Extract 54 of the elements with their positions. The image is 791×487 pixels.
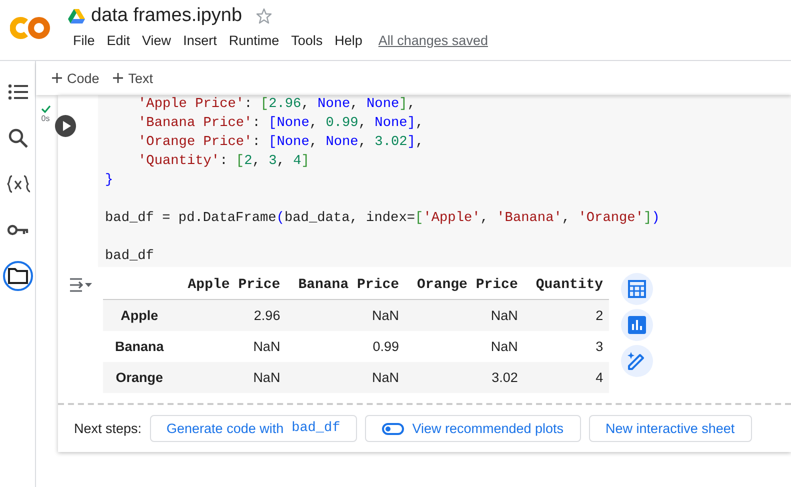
table-cell: NaN — [405, 331, 524, 362]
table-cell: 3 — [524, 331, 610, 362]
folder-icon[interactable] — [2, 261, 32, 291]
code-line: 'Apple Price': [2.96, None, None], — [137, 96, 416, 114]
table-cell: 3.02 — [405, 362, 524, 393]
add-cell-button[interactable]: Code — [52, 70, 100, 86]
notebook-title[interactable]: data frames.ipynb — [91, 5, 242, 27]
menu-item[interactable]: Insert — [178, 33, 222, 48]
plus-icon — [113, 73, 124, 83]
table-button[interactable] — [621, 273, 654, 305]
output-options-icon[interactable] — [70, 277, 92, 293]
table-cell: NaN — [405, 300, 524, 331]
row-index: Banana — [103, 331, 176, 362]
code-line: 'Banana Price': [None, 0.99, None], — [137, 115, 425, 133]
table-cell: NaN — [286, 362, 406, 393]
row-index: Orange — [103, 362, 176, 393]
toggle-icon — [382, 422, 404, 434]
code-line: bad_df = pd.DataFrame(bad_data, index=['Apple', 'Banana', 'Orange']) — [105, 210, 661, 228]
menu-item[interactable]: Tools — [286, 33, 328, 48]
code-line: } — [105, 172, 114, 190]
drive-icon[interactable] — [68, 8, 85, 24]
logo-icon[interactable] — [10, 15, 52, 41]
menu-item[interactable]: Runtime — [224, 33, 284, 48]
menu-item[interactable]: Edit — [102, 33, 136, 48]
bar-chart-button[interactable] — [621, 309, 654, 341]
row-index: Apple — [103, 300, 176, 331]
next-step-button[interactable]: Generate code with bad_df — [150, 415, 358, 442]
code-editor[interactable] — [98, 95, 791, 267]
table-cell: 2 — [524, 300, 610, 331]
code-line: 'Orange Price': [None, None, 3.02], — [137, 134, 425, 152]
magic-pencil-button[interactable] — [621, 345, 654, 377]
play-icon — [60, 121, 71, 131]
run-button[interactable] — [55, 115, 76, 137]
table-cell: NaN — [176, 331, 286, 362]
next-step-button[interactable]: New interactive sheet — [588, 415, 752, 442]
star-icon[interactable] — [256, 8, 272, 24]
table-cell: 4 — [524, 362, 610, 393]
bar-chart-icon — [628, 316, 646, 334]
table-cell: 0.99 — [286, 331, 406, 362]
menu-item[interactable]: View — [137, 33, 176, 48]
execution-time: 0s — [41, 114, 50, 123]
table-icon — [628, 280, 646, 298]
menu-item[interactable]: File — [68, 33, 100, 48]
table-cell: 2.96 — [176, 300, 286, 331]
next-step-button[interactable]: View recommended plots — [365, 415, 581, 442]
add-cell-button[interactable]: Text — [113, 70, 154, 86]
save-status-link[interactable]: All changes saved — [373, 33, 493, 48]
code-line: 'Quantity': [2, 3, 4] — [137, 153, 310, 171]
table-cell: NaN — [286, 300, 406, 331]
table-cell: NaN — [176, 362, 286, 393]
plus-icon — [52, 73, 62, 83]
code-line: bad_df — [105, 248, 155, 266]
menu-item[interactable]: Help — [330, 33, 368, 48]
next-steps-label: Next steps: — [74, 421, 142, 436]
